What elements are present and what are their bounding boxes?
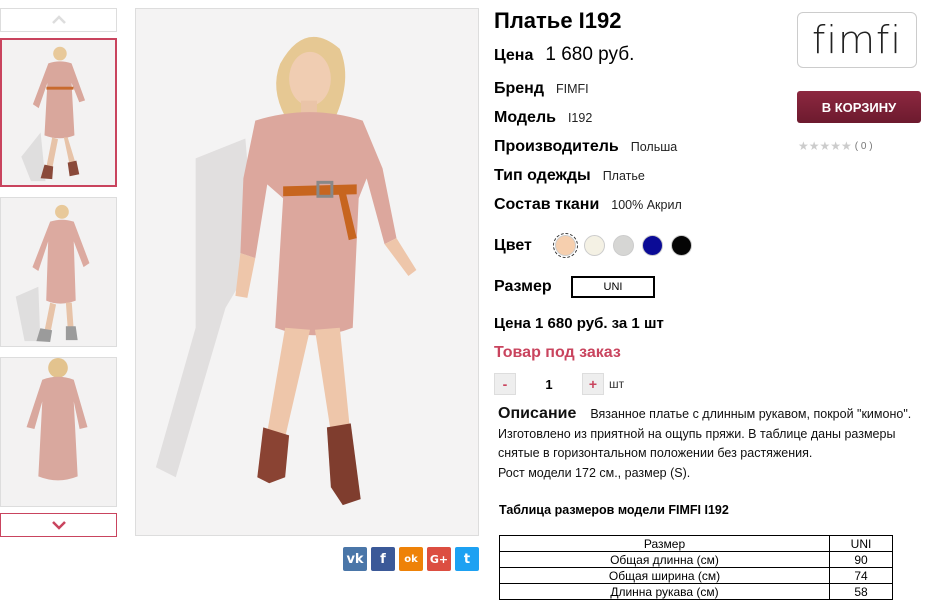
thumbnail-scroll-down-button[interactable] xyxy=(0,513,117,537)
chevron-up-icon xyxy=(51,15,66,24)
product-description: Описание Вязанное платье с длинным рукаво… xyxy=(498,404,938,483)
attribute-row-fabric: Состав ткани 100% Акрил xyxy=(494,196,682,214)
size-option-uni[interactable]: UNI xyxy=(571,276,655,298)
product-title: Платье I192 xyxy=(494,8,622,33)
table-cell: 58 xyxy=(829,583,893,600)
color-swatch-cream[interactable] xyxy=(584,235,605,256)
attribute-value: Польша xyxy=(630,140,678,154)
table-header-row: Размер UNI xyxy=(499,535,893,552)
total-price-text: Цена 1 680 руб. за 1 шт xyxy=(494,315,664,332)
dress-back-thumbnail xyxy=(1,358,116,506)
google-plus-share-button[interactable]: G+ xyxy=(427,547,451,571)
quantity-value[interactable]: 1 xyxy=(516,377,582,392)
attribute-label: Состав ткани xyxy=(494,196,600,213)
attribute-value: Платье xyxy=(602,169,645,183)
dress-side-thumbnail xyxy=(1,198,116,346)
color-label: Цвет xyxy=(494,237,532,254)
model-in-pink-dress-image xyxy=(136,9,478,535)
color-row: Цвет xyxy=(494,237,532,255)
attribute-label: Бренд xyxy=(494,80,544,97)
social-share-buttons: vk f ok G+ t xyxy=(343,547,479,571)
color-swatch-black[interactable] xyxy=(671,235,692,256)
price-value: 1 680 руб. xyxy=(545,44,635,65)
attribute-row-manufacturer: Производитель Польша xyxy=(494,138,677,156)
table-row: Общая длинна (см) 90 xyxy=(499,551,893,568)
chevron-down-icon xyxy=(51,521,66,530)
table-cell: 90 xyxy=(829,551,893,568)
quantity-decrease-button[interactable]: - xyxy=(494,373,516,395)
table-row: Общая ширина (см) 74 xyxy=(499,567,893,584)
total-price-row: Цена 1 680 руб. за 1 шт xyxy=(494,315,664,332)
rating-stars-icon: ★★★★★ xyxy=(798,139,852,153)
odnoklassniki-share-button[interactable]: ok xyxy=(399,547,423,571)
facebook-share-button[interactable]: f xyxy=(371,547,395,571)
main-product-image[interactable] xyxy=(135,8,479,536)
table-cell: 74 xyxy=(829,567,893,584)
price-label: Цена xyxy=(494,47,534,64)
dress-front-thumbnail xyxy=(2,40,115,185)
attribute-value: I192 xyxy=(567,111,593,125)
product-rating[interactable]: ★★★★★ ( 0 ) xyxy=(798,139,873,153)
attribute-row-brand: Бренд FIMFI xyxy=(494,80,589,98)
attribute-row-clothing-type: Тип одежды Платье xyxy=(494,167,645,185)
table-header-cell: UNI xyxy=(829,535,893,552)
color-swatches xyxy=(553,233,692,258)
rating-count: ( 0 ) xyxy=(854,140,873,152)
attribute-label: Тип одежды xyxy=(494,167,591,184)
table-row: Длинна рукава (см) 58 xyxy=(499,583,893,600)
table-cell: Длинна рукава (см) xyxy=(499,583,830,600)
thumbnail-1[interactable] xyxy=(0,38,117,187)
color-swatch-blue[interactable] xyxy=(642,235,663,256)
vk-share-button[interactable]: vk xyxy=(343,547,367,571)
quantity-increase-button[interactable]: + xyxy=(582,373,604,395)
description-label: Описание xyxy=(498,405,577,422)
color-swatch-beige[interactable] xyxy=(553,233,578,258)
availability-status: Товар под заказ xyxy=(494,344,621,361)
brand-logo[interactable]: fimfi xyxy=(797,12,917,68)
attribute-label: Модель xyxy=(494,109,556,126)
attribute-value: FIMFI xyxy=(556,82,589,96)
size-table-title: Таблица размеров модели FIMFI I192 xyxy=(499,503,729,517)
price-row: Цена 1 680 руб. xyxy=(494,44,634,66)
attribute-label: Производитель xyxy=(494,138,619,155)
size-table: Размер UNI Общая длинна (см) 90 Общая ши… xyxy=(499,535,893,600)
attribute-row-model: Модель I192 xyxy=(494,109,592,127)
table-header-cell: Размер xyxy=(499,535,830,552)
thumbnail-2[interactable] xyxy=(0,197,117,347)
quantity-stepper: - 1 + шт xyxy=(494,373,624,395)
size-label: Размер xyxy=(494,278,552,295)
color-swatch-gray[interactable] xyxy=(613,235,634,256)
quantity-unit: шт xyxy=(609,377,625,391)
add-to-cart-button[interactable]: В КОРЗИНУ xyxy=(797,91,921,123)
attribute-value: 100% Акрил xyxy=(611,198,682,212)
twitter-share-button[interactable]: t xyxy=(455,547,479,571)
table-cell: Общая длинна (см) xyxy=(499,551,830,568)
table-cell: Общая ширина (см) xyxy=(499,567,830,584)
description-note: Рост модели 172 см., размер (S). xyxy=(498,465,691,480)
size-row: Размер xyxy=(494,278,552,296)
thumbnail-scroll-up-button[interactable] xyxy=(0,8,117,32)
thumbnail-3[interactable] xyxy=(0,357,117,507)
